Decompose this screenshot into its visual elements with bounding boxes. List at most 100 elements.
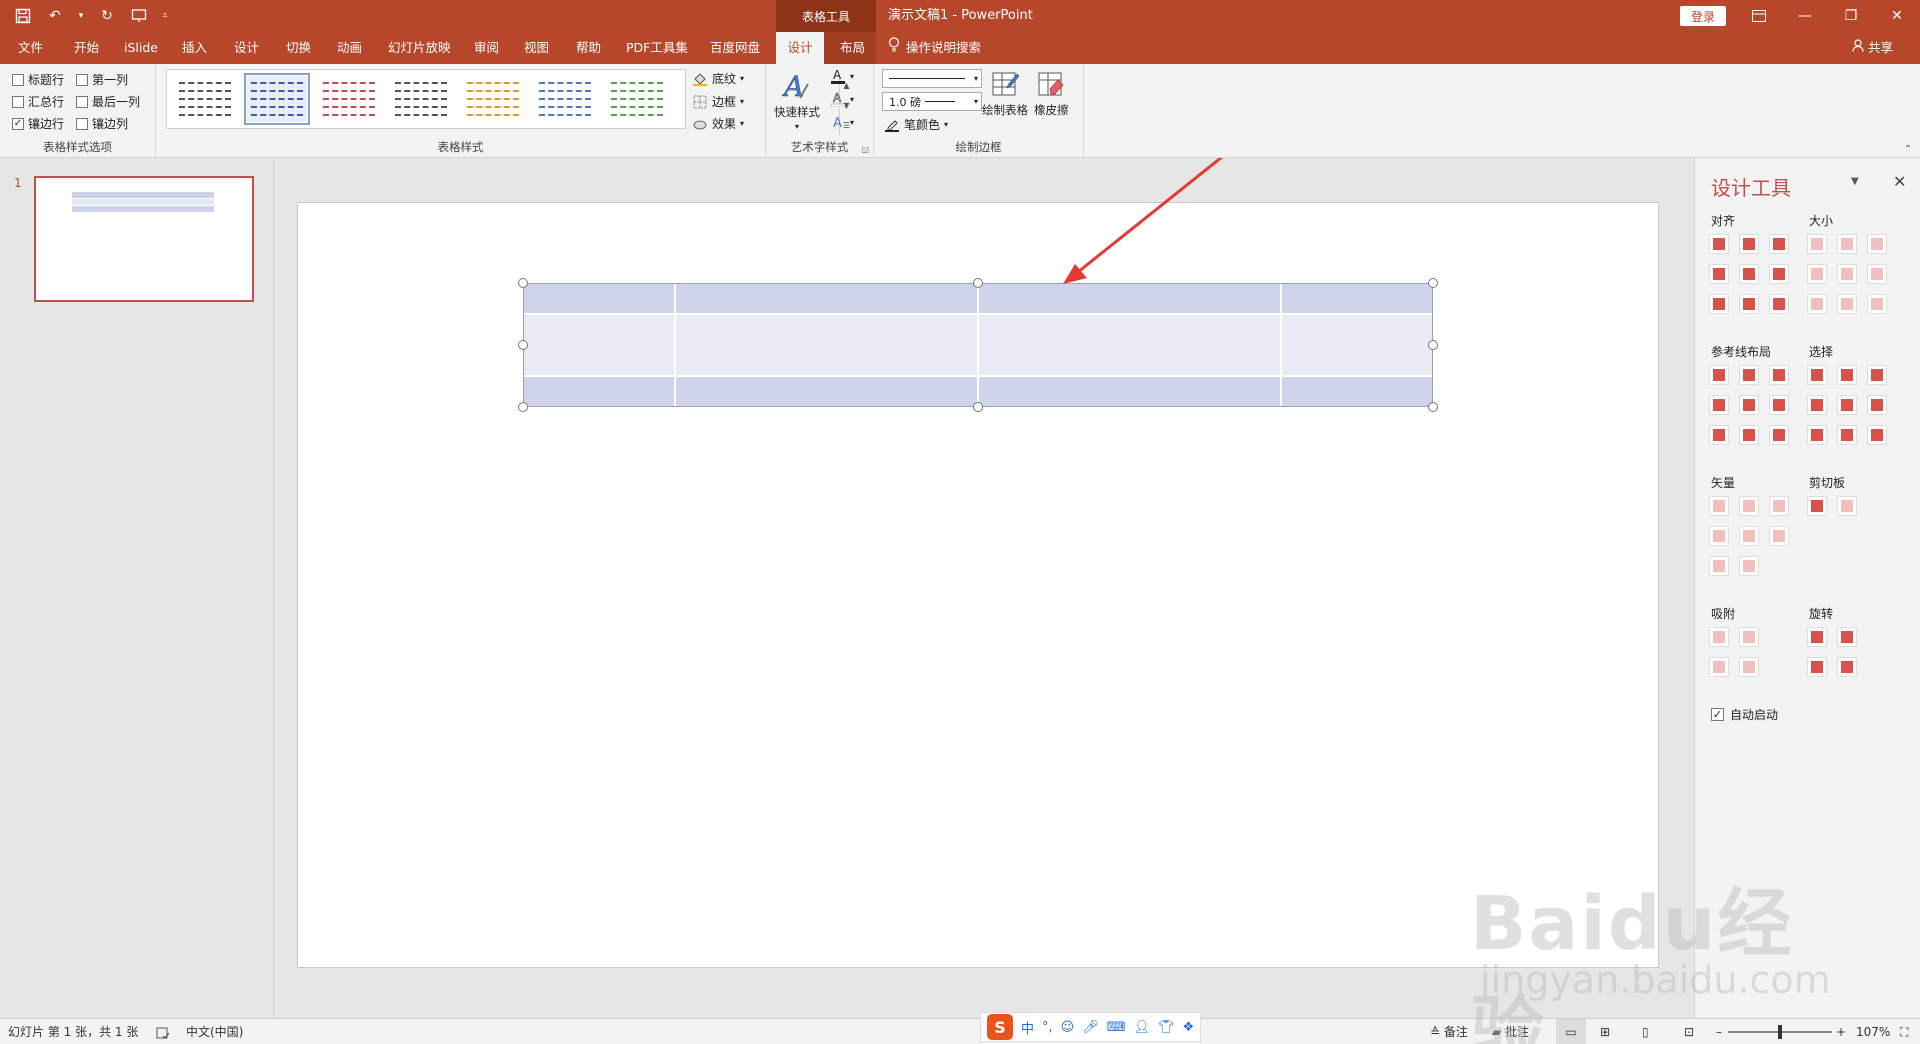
tell-me-search[interactable]: 操作说明搜索 xyxy=(888,32,981,64)
shading-button[interactable]: 底纹 ▾ xyxy=(692,70,744,87)
select-tool-icon[interactable] xyxy=(1807,395,1827,415)
ribbon-display-options-icon[interactable] xyxy=(1736,0,1782,32)
select-tool-icon[interactable] xyxy=(1807,425,1827,445)
guide-tool-icon[interactable] xyxy=(1739,425,1759,445)
effects-button[interactable]: 效果 ▾ xyxy=(692,115,744,132)
size-tool-icon[interactable] xyxy=(1867,234,1887,254)
vector-tool-icon[interactable] xyxy=(1709,496,1729,516)
snap-tool-icon[interactable] xyxy=(1709,627,1729,647)
language-status[interactable]: 中文(中国) xyxy=(186,1019,243,1044)
notes-button[interactable]: ≙ 备注 xyxy=(1430,1019,1468,1044)
resize-handle-bottom[interactable] xyxy=(973,402,983,412)
table-cell[interactable] xyxy=(1281,375,1433,407)
size-tool-icon[interactable] xyxy=(1837,234,1857,254)
normal-view-icon[interactable]: ▭ xyxy=(1556,1019,1586,1044)
collapse-ribbon-icon[interactable]: ⌃ xyxy=(1904,144,1912,155)
size-tool-icon[interactable] xyxy=(1837,264,1857,284)
size-tool-icon[interactable] xyxy=(1837,294,1857,314)
rotate-tool-icon[interactable] xyxy=(1807,627,1827,647)
dialog-launcher-icon[interactable]: ◲ xyxy=(861,145,869,154)
snap-tool-icon[interactable] xyxy=(1739,657,1759,677)
login-button[interactable]: 登录 xyxy=(1680,6,1726,26)
table-style-thumbnail[interactable] xyxy=(319,76,379,122)
zoom-level[interactable]: 107% xyxy=(1856,1019,1890,1044)
tab-animations[interactable]: 动画 xyxy=(333,32,366,64)
borders-button[interactable]: 边框 ▾ xyxy=(692,93,744,110)
size-tool-icon[interactable] xyxy=(1807,234,1827,254)
align-tool-icon[interactable] xyxy=(1769,294,1789,314)
align-tool-icon[interactable] xyxy=(1709,294,1729,314)
align-tool-icon[interactable] xyxy=(1769,234,1789,254)
size-tool-icon[interactable] xyxy=(1867,264,1887,284)
spell-check-icon[interactable] xyxy=(156,1019,170,1044)
vector-tool-icon[interactable] xyxy=(1739,526,1759,546)
vector-tool-icon[interactable] xyxy=(1739,496,1759,516)
auto-start-checkbox[interactable]: ✓ 自动启动 xyxy=(1711,706,1778,723)
guide-tool-icon[interactable] xyxy=(1709,395,1729,415)
text-outline-button[interactable]: A ▾ xyxy=(830,91,854,107)
zoom-slider-thumb[interactable] xyxy=(1778,1025,1782,1039)
checkbox-banded-columns[interactable]: 镶边列 xyxy=(76,115,128,132)
save-icon[interactable] xyxy=(12,5,34,27)
ime-mode[interactable]: 中 xyxy=(1021,1018,1034,1037)
table-style-thumbnail[interactable] xyxy=(607,76,667,122)
tab-view[interactable]: 视图 xyxy=(520,32,553,64)
slide-thumbnail[interactable] xyxy=(34,176,254,302)
keyboard-icon[interactable]: ⌨ xyxy=(1107,1020,1126,1035)
emoji-icon[interactable]: ☺ xyxy=(1061,1020,1075,1035)
text-fill-button[interactable]: A ▾ xyxy=(830,68,854,84)
select-tool-icon[interactable] xyxy=(1867,365,1887,385)
checkbox-first-column[interactable]: 第一列 xyxy=(76,71,128,88)
align-tool-icon[interactable] xyxy=(1739,234,1759,254)
zoom-in-icon[interactable]: + xyxy=(1836,1019,1846,1044)
align-tool-icon[interactable] xyxy=(1739,294,1759,314)
align-tool-icon[interactable] xyxy=(1709,264,1729,284)
select-tool-icon[interactable] xyxy=(1867,395,1887,415)
table-style-thumbnail[interactable] xyxy=(175,76,235,122)
comments-button[interactable]: ▰ 批注 xyxy=(1492,1019,1529,1044)
snap-tool-icon[interactable] xyxy=(1739,627,1759,647)
undo-dropdown-icon[interactable]: ▾ xyxy=(76,5,86,27)
tab-review[interactable]: 审阅 xyxy=(470,32,503,64)
guide-tool-icon[interactable] xyxy=(1739,365,1759,385)
vector-tool-icon[interactable] xyxy=(1709,526,1729,546)
table-style-thumbnail[interactable] xyxy=(463,76,523,122)
guide-tool-icon[interactable] xyxy=(1739,395,1759,415)
tab-baidu-netdisk[interactable]: 百度网盘 xyxy=(706,32,764,64)
tab-slideshow[interactable]: 幻灯片放映 xyxy=(384,32,455,64)
tab-home[interactable]: 开始 xyxy=(70,32,103,64)
select-tool-icon[interactable] xyxy=(1867,425,1887,445)
user-icon[interactable]: 👤︎ xyxy=(1134,1020,1151,1035)
eraser-button[interactable]: 橡皮擦 xyxy=(1034,68,1069,118)
table-cell[interactable] xyxy=(523,375,676,407)
tab-design[interactable]: 设计 xyxy=(230,32,263,64)
rotate-tool-icon[interactable] xyxy=(1837,627,1857,647)
guide-tool-icon[interactable] xyxy=(1769,425,1789,445)
pane-close-icon[interactable]: ✕ xyxy=(1893,172,1906,191)
guide-tool-icon[interactable] xyxy=(1709,365,1729,385)
pen-color-button[interactable]: 笔颜色 ▾ xyxy=(884,116,948,133)
tab-table-design[interactable]: 设计 xyxy=(776,32,824,64)
quick-styles-button[interactable]: A 快速样式 ▾ xyxy=(774,70,820,131)
microphone-icon[interactable]: 🎤︎ xyxy=(1082,1020,1099,1035)
present-from-start-icon[interactable] xyxy=(128,5,150,27)
toolbox-icon[interactable]: ❖ xyxy=(1183,1020,1195,1035)
checkbox-last-column[interactable]: 最后一列 xyxy=(76,93,140,110)
draw-table-button[interactable]: 绘制表格 xyxy=(982,68,1028,118)
select-tool-icon[interactable] xyxy=(1837,425,1857,445)
checkbox-header-row[interactable]: 标题行 xyxy=(12,71,64,88)
select-tool-icon[interactable] xyxy=(1837,365,1857,385)
slide-sorter-icon[interactable]: ⊞ xyxy=(1600,1019,1610,1044)
pane-options-icon[interactable]: ▼ xyxy=(1851,176,1859,187)
restore-icon[interactable]: ❐ xyxy=(1828,0,1874,32)
tab-insert[interactable]: 插入 xyxy=(178,32,211,64)
clipboard-tool-icon[interactable] xyxy=(1837,496,1857,516)
tab-islide[interactable]: iSlide xyxy=(120,32,162,64)
table-style-thumbnail[interactable] xyxy=(391,76,451,122)
align-tool-icon[interactable] xyxy=(1739,264,1759,284)
checkbox-total-row[interactable]: 汇总行 xyxy=(12,93,64,110)
snap-tool-icon[interactable] xyxy=(1709,657,1729,677)
select-tool-icon[interactable] xyxy=(1837,395,1857,415)
zoom-out-icon[interactable]: – xyxy=(1716,1019,1722,1044)
checkbox-banded-rows[interactable]: ✓ 镶边行 xyxy=(12,115,64,132)
